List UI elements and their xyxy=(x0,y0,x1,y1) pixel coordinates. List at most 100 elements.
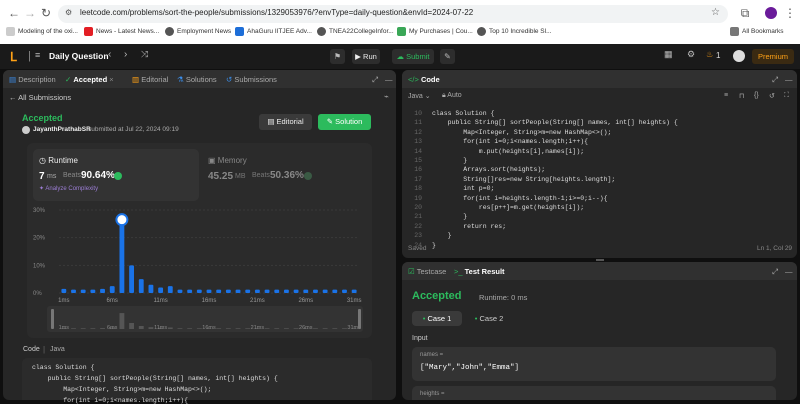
run-button[interactable]: ▶ Run xyxy=(352,49,380,64)
runtime-bar[interactable] xyxy=(284,289,289,293)
line-number: 20 xyxy=(414,204,422,211)
runtime-bar[interactable] xyxy=(90,289,96,293)
runtime-bar[interactable] xyxy=(158,287,164,293)
runtime-bar[interactable] xyxy=(216,289,222,293)
runtime-bar[interactable] xyxy=(351,289,357,293)
bookmark-item[interactable]: News - Latest News... xyxy=(84,27,159,36)
fullscreen-icon[interactable]: ⛶ xyxy=(784,92,789,100)
layout-icon[interactable]: ▦ xyxy=(664,49,673,60)
bookmark-item[interactable]: My Purchases | Cou... xyxy=(397,27,473,36)
case-1-tab[interactable]: • Case 1 xyxy=(412,311,462,326)
runtime-bar[interactable] xyxy=(313,289,318,293)
runtime-bar[interactable] xyxy=(100,288,105,293)
runtime-bar[interactable] xyxy=(293,289,299,293)
runtime-bar[interactable] xyxy=(119,219,125,293)
bookmark-code-icon[interactable]: ⊓ xyxy=(739,92,744,100)
editorial-button[interactable]: ▤ Editorial xyxy=(259,114,312,130)
runtime-bar[interactable] xyxy=(235,289,241,293)
submitter-name[interactable]: JayanthPrathabSR xyxy=(33,126,91,133)
tab-description[interactable]: ▤ Description xyxy=(9,75,56,84)
url-bar[interactable]: ⚙ leetcode.com/problems/sort-the-people/… xyxy=(58,5,728,23)
range-left-handle[interactable] xyxy=(51,309,54,329)
format-icon[interactable]: ≡ xyxy=(724,92,728,99)
reset-icon[interactable]: ↺ xyxy=(769,92,775,100)
close-tab-icon[interactable]: × xyxy=(109,75,113,84)
tab-editorial[interactable]: ▥ Editorial xyxy=(132,75,168,84)
share-link-icon[interactable]: ⌁ xyxy=(384,92,389,101)
streak-fire-icon[interactable]: ♨ xyxy=(706,50,713,59)
braces-icon[interactable]: {} xyxy=(754,92,759,99)
bookmark-star-icon[interactable]: ☆ xyxy=(711,7,720,18)
result-collapse-icon[interactable]: — xyxy=(785,267,793,276)
runtime-bar[interactable] xyxy=(61,288,67,293)
tab-accepted[interactable]: ✓ Accepted × xyxy=(65,75,114,84)
runtime-bar[interactable] xyxy=(148,284,154,293)
runtime-bar[interactable] xyxy=(167,286,173,293)
runtime-bar[interactable] xyxy=(303,289,309,293)
tab-code[interactable]: </> Code xyxy=(408,75,440,84)
tab-test-result[interactable]: >_ Test Result xyxy=(454,267,505,276)
runtime-bar[interactable] xyxy=(274,289,280,293)
editor-collapse-icon[interactable]: — xyxy=(785,75,793,84)
result-maximize-icon[interactable]: ⤢ xyxy=(772,267,778,277)
bookmark-item[interactable]: Employment News xyxy=(165,27,231,36)
forward-arrow-icon[interactable]: → xyxy=(22,5,38,21)
settings-gear-icon[interactable]: ⚙ xyxy=(687,49,695,60)
bookmark-item[interactable]: Modeling of the oxi... xyxy=(6,27,78,36)
runtime-bar[interactable] xyxy=(332,289,338,293)
editor-maximize-icon[interactable]: ⤢ xyxy=(772,75,778,85)
runtime-bar[interactable] xyxy=(109,286,115,293)
runtime-bar[interactable] xyxy=(80,289,86,293)
maximize-icon[interactable]: ⤢ xyxy=(372,75,378,85)
range-right-handle[interactable] xyxy=(358,309,361,329)
code-lang-label: Java xyxy=(50,346,65,353)
auto-mode-toggle[interactable]: 🔒︎ Auto xyxy=(442,92,462,100)
reload-icon[interactable]: ↻ xyxy=(38,5,54,21)
bookmark-item[interactable]: TNEA22CollegeInfor... xyxy=(317,27,394,36)
runtime-bar[interactable] xyxy=(187,289,193,293)
debug-icon[interactable]: ⚑ xyxy=(330,49,345,64)
runtime-bar[interactable] xyxy=(71,289,76,293)
runtime-bar[interactable] xyxy=(254,289,260,293)
leetcode-logo-icon[interactable]: ᒪ xyxy=(10,50,17,64)
collapse-icon[interactable]: — xyxy=(385,75,393,84)
language-select[interactable]: Java ⌄ xyxy=(408,92,431,100)
extensions-icon[interactable]: ⧉ xyxy=(737,5,753,21)
runtime-bar[interactable] xyxy=(138,279,144,293)
shuffle-icon[interactable]: ⤨ xyxy=(141,49,148,60)
runtime-bar[interactable] xyxy=(342,289,347,293)
all-bookmarks[interactable]: All Bookmarks xyxy=(730,27,784,36)
runtime-bar[interactable] xyxy=(129,265,134,293)
notes-icon[interactable]: ✎ xyxy=(440,49,455,64)
site-info-icon[interactable]: ⚙ xyxy=(65,8,72,17)
panel-resize-handle[interactable] xyxy=(596,259,604,261)
post-solution-button[interactable]: ✎ Solution xyxy=(318,114,371,130)
editorial-icon: ▥ xyxy=(132,75,140,84)
runtime-bar[interactable] xyxy=(206,289,212,293)
tab-solutions[interactable]: ⚗ Solutions xyxy=(177,75,217,84)
tab-testcase[interactable]: ☑ Testcase xyxy=(408,267,446,276)
all-submissions-link[interactable]: ← All Submissions xyxy=(9,93,71,102)
submit-button[interactable]: ☁ Submit xyxy=(392,49,434,64)
tab-submissions[interactable]: ↺ Submissions xyxy=(226,75,277,84)
bookmark-item[interactable]: AhaGuru IITJEE Adv... xyxy=(235,27,312,36)
next-problem-icon[interactable]: › xyxy=(124,49,127,60)
runtime-bar[interactable] xyxy=(264,289,270,293)
menu-kebab-icon[interactable]: ⋮ xyxy=(782,5,798,21)
case-2-tab[interactable]: • Case 2 xyxy=(464,311,514,326)
back-arrow-icon[interactable]: ← xyxy=(6,5,22,21)
daily-question-title[interactable]: Daily Question xyxy=(49,51,109,61)
bookmark-item[interactable]: Top 10 Incredible Sl... xyxy=(477,27,552,36)
runtime-bar[interactable] xyxy=(225,289,231,293)
runtime-bar[interactable] xyxy=(245,289,251,293)
runtime-bar[interactable] xyxy=(196,289,202,293)
prev-problem-icon[interactable]: ‹ xyxy=(108,49,111,60)
list-icon[interactable]: ≡ xyxy=(35,50,40,60)
runtime-bar[interactable] xyxy=(322,289,328,293)
premium-button[interactable]: Premium xyxy=(752,49,794,64)
your-runtime-marker[interactable] xyxy=(115,213,129,227)
profile-avatar[interactable] xyxy=(765,7,777,19)
runtime-distribution-chart[interactable]: 30% 20% 10% 0% 1ms 6ms 11ms 16ms 21ms 26ms 31ms 1ms… xyxy=(27,143,372,338)
user-avatar[interactable] xyxy=(733,50,745,62)
runtime-bar[interactable] xyxy=(177,289,183,293)
